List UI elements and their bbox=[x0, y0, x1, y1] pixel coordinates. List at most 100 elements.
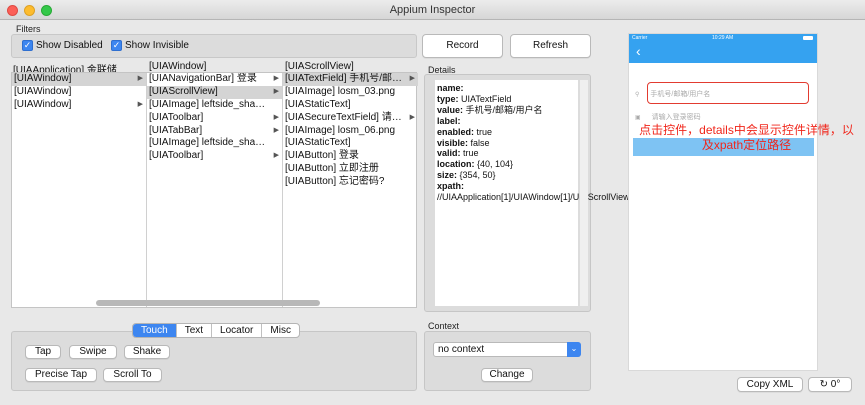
browser-column-3: [UIATextField] 手机号/邮… ▶ [UIAImage] losm_03… bbox=[283, 73, 418, 307]
browser-item-label: [UIAToolbar] bbox=[149, 150, 204, 162]
detail-line: type: UIATextField bbox=[437, 94, 576, 105]
detail-line: label: bbox=[437, 116, 576, 127]
user-icon: ⚲ bbox=[635, 91, 640, 98]
browser-column-1: [UIAWindow] ▶ [UIAWindow] [UIAWindow] ▶ bbox=[12, 73, 147, 307]
browser-item[interactable]: [UIAImage] losm_06.png bbox=[283, 125, 418, 138]
browser-item-label: [UIAImage] leftside_sha… bbox=[149, 98, 266, 110]
detail-value: {354, 50} bbox=[457, 170, 496, 181]
browser-item-label: [UIASecureTextField] 请… bbox=[285, 111, 402, 123]
tab-misc[interactable]: Misc bbox=[262, 324, 299, 337]
browser-item[interactable]: [UIAWindow] bbox=[12, 86, 146, 99]
browser-item[interactable]: [UIAButton] 忘记密码? bbox=[283, 176, 418, 189]
detail-line: size: {354, 50} bbox=[437, 170, 576, 181]
detail-key: name: bbox=[437, 83, 464, 93]
browser-item-label: [UIATabBar] bbox=[149, 124, 203, 136]
refresh-button[interactable]: Refresh bbox=[510, 34, 591, 58]
filters-label: Filters bbox=[16, 24, 41, 34]
scrollbar-thumb[interactable] bbox=[96, 300, 320, 306]
detail-value: UIATextField bbox=[458, 93, 512, 104]
browser-item[interactable]: [UIAWindow] ▶ bbox=[12, 73, 146, 86]
swipe-button[interactable]: Swipe bbox=[69, 345, 117, 359]
details-text[interactable]: name: type: UIATextField value: 手机号/邮箱/用户名… bbox=[435, 80, 765, 306]
record-button[interactable]: Record bbox=[422, 34, 503, 58]
browser-item[interactable]: [UIAWindow] ▶ bbox=[12, 99, 146, 112]
shake-button[interactable]: Shake bbox=[124, 345, 170, 359]
triangle-right-icon: ▶ bbox=[273, 113, 279, 121]
detail-key: enabled: bbox=[437, 126, 475, 137]
action-tabs: Touch Text Locator Misc bbox=[132, 323, 300, 338]
browser-item-label: [UIAScrollView] bbox=[149, 85, 218, 97]
detail-key: xpath: bbox=[437, 181, 464, 192]
horizontal-scrollbar[interactable] bbox=[12, 299, 416, 307]
detail-value: {40, 104} bbox=[474, 159, 514, 170]
tap-button[interactable]: Tap bbox=[25, 345, 61, 359]
triangle-right-icon: ▶ bbox=[409, 113, 415, 121]
checkmark-icon: ✓ bbox=[111, 40, 122, 51]
battery-icon bbox=[803, 36, 813, 40]
change-context-button[interactable]: Change bbox=[481, 368, 533, 382]
browser-item[interactable]: [UIAScrollView] ▶ bbox=[147, 85, 282, 99]
browser-item-label: [UIAWindow] bbox=[14, 73, 72, 84]
detail-value: 手机号/邮箱/用户名 bbox=[463, 104, 543, 115]
detail-line: name: bbox=[437, 83, 576, 94]
detail-key: value: bbox=[437, 104, 464, 115]
triangle-right-icon: ▶ bbox=[273, 126, 279, 134]
triangle-right-icon: ▶ bbox=[137, 100, 143, 108]
checkmark-icon: ✓ bbox=[22, 40, 33, 51]
detail-line: value: 手机号/邮箱/用户名 bbox=[437, 105, 576, 116]
device-screenshot[interactable]: Carrier 10:29 AM ‹ ⚲ 手机号/邮箱/用户名 ▣ 请输入登录密… bbox=[628, 33, 818, 371]
password-placeholder: 请输入登录密码 bbox=[651, 114, 701, 121]
browser-item[interactable]: [UIASecureTextField] 请… ▶ bbox=[283, 112, 418, 125]
browser-item[interactable]: [UIAImage] losm_03.png bbox=[283, 86, 418, 99]
browser-item-label: [UIAButton] 忘记密码? bbox=[285, 176, 385, 188]
browser-item[interactable]: [UIAImage] leftside_sha… bbox=[147, 99, 282, 112]
detail-key: visible: bbox=[437, 137, 469, 148]
browser-item[interactable]: [UIAStaticText] bbox=[283, 137, 418, 150]
rotation-value: 0° bbox=[830, 379, 841, 390]
title-bar: Appium Inspector bbox=[0, 0, 865, 20]
password-field[interactable]: ▣ 请输入登录密码 bbox=[635, 112, 701, 122]
detail-key: label: bbox=[437, 115, 461, 126]
detail-line: location: {40, 104} bbox=[437, 159, 576, 170]
show-disabled-checkbox[interactable]: ✓ Show Disabled bbox=[22, 40, 103, 51]
element-browser: [UIAWindow] ▶ [UIAWindow] [UIAWindow] ▶ [UIA… bbox=[11, 72, 418, 308]
copy-xml-button[interactable]: Copy XML bbox=[737, 377, 803, 392]
selected-element-highlight bbox=[647, 82, 809, 104]
column-header-3: [UIAScrollView] bbox=[285, 61, 354, 72]
lock-icon: ▣ bbox=[635, 114, 641, 121]
browser-item[interactable]: [UIANavigationBar] 登录 ▶ bbox=[147, 73, 282, 86]
detail-line: xpath: //UIAApplication[1]/UIAWindow[1]/… bbox=[437, 181, 765, 203]
browser-item[interactable]: [UIAImage] leftside_sha… bbox=[147, 137, 282, 150]
browser-item-label: [UIAImage] losm_03.png bbox=[285, 85, 396, 97]
browser-item-label: [UIANavigationBar] 登录 bbox=[149, 73, 257, 84]
browser-item[interactable]: [UIAStaticText] bbox=[283, 99, 418, 112]
browser-item[interactable]: [UIAToolbar] ▶ bbox=[147, 112, 282, 125]
triangle-right-icon: ▶ bbox=[409, 75, 415, 82]
browser-item[interactable]: [UIAButton] 立即注册 bbox=[283, 163, 418, 176]
column-header-2: [UIAWindow] bbox=[149, 61, 207, 72]
triangle-right-icon: ▶ bbox=[273, 75, 279, 82]
browser-item[interactable]: [UIATabBar] ▶ bbox=[147, 125, 282, 138]
phone-nav-bar: Carrier 10:29 AM ‹ bbox=[629, 34, 817, 63]
tab-locator[interactable]: Locator bbox=[212, 324, 263, 337]
rotate-button[interactable]: ↻ 0° bbox=[808, 377, 852, 392]
browser-item-label: [UIAWindow] bbox=[14, 85, 72, 97]
clock-label: 10:29 AM bbox=[712, 35, 734, 41]
chevron-left-icon[interactable]: ‹ bbox=[636, 44, 641, 58]
tab-touch[interactable]: Touch bbox=[133, 324, 177, 337]
show-invisible-checkbox[interactable]: ✓ Show Invisible bbox=[111, 40, 189, 51]
details-panel: name: type: UIATextField value: 手机号/邮箱/用户名… bbox=[424, 74, 765, 312]
details-scrollbar[interactable] bbox=[580, 80, 588, 306]
filters-panel: ✓ Show Disabled ✓ Show Invisible bbox=[11, 34, 417, 58]
carrier-label: Carrier bbox=[632, 35, 648, 41]
context-select[interactable]: no context ⌄ bbox=[433, 342, 581, 357]
detail-value: false bbox=[468, 137, 490, 148]
browser-item-label: [UIAButton] 立即注册 bbox=[285, 163, 379, 175]
scroll-to-button[interactable]: Scroll To bbox=[103, 368, 162, 382]
browser-item[interactable]: [UIAToolbar] ▶ bbox=[147, 150, 282, 163]
browser-item[interactable]: [UIAButton] 登录 bbox=[283, 150, 418, 163]
tab-text[interactable]: Text bbox=[177, 324, 213, 337]
precise-tap-button[interactable]: Precise Tap bbox=[25, 368, 97, 382]
browser-item[interactable]: [UIATextField] 手机号/邮… ▶ bbox=[283, 73, 418, 86]
chevron-down-icon: ⌄ bbox=[567, 342, 581, 357]
